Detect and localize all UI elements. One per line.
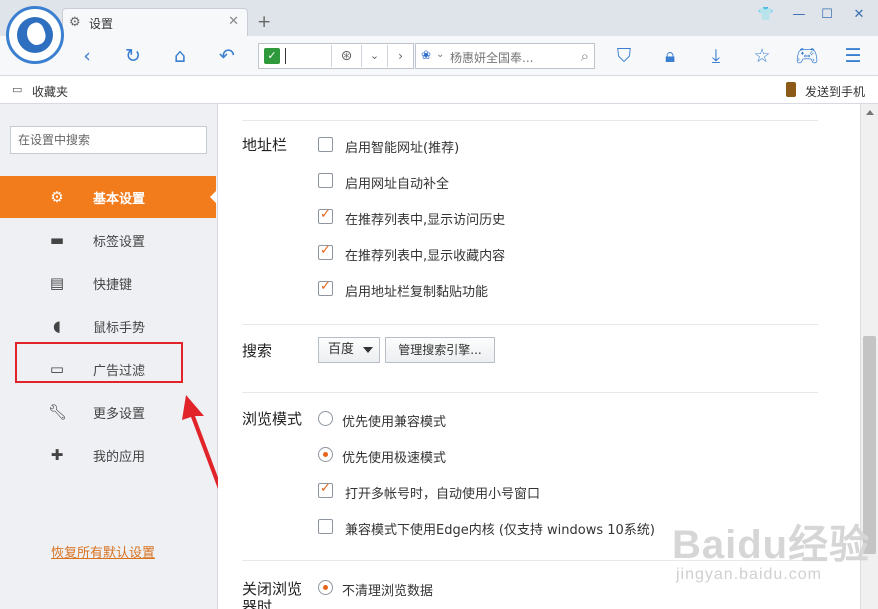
- section-search: 搜索: [242, 342, 273, 360]
- baidu-paw-icon: ❀: [421, 48, 432, 62]
- sidebar-item-shortcuts[interactable]: ▤ 快捷键: [0, 262, 218, 304]
- sidebar-item-label: 鼠标手势: [93, 321, 146, 336]
- checkbox[interactable]: [318, 279, 333, 296]
- search-icon[interactable]: ⌕: [581, 47, 589, 65]
- menu-icon[interactable]: ☰: [840, 43, 866, 69]
- send-to-phone-button[interactable]: 发送到手机: [805, 83, 865, 100]
- sidebar-item-tabs[interactable]: ▬ 标签设置: [0, 219, 218, 261]
- checkbox[interactable]: [318, 243, 333, 260]
- laptop-icon: ▬: [49, 231, 65, 249]
- sidebar-item-basic[interactable]: ⚙ 基本设置: [0, 176, 217, 218]
- title-bar: ⚙ 设置 ✕ + 👕 — ☐ ✕: [0, 0, 878, 36]
- radio[interactable]: [318, 580, 333, 595]
- tab-settings[interactable]: ⚙ 设置 ✕: [62, 8, 248, 36]
- gamepad-icon[interactable]: 🎮︎: [794, 43, 820, 69]
- star-icon[interactable]: ☆: [749, 43, 775, 69]
- section-close-browser: 关闭浏览器时: [242, 580, 303, 609]
- checkbox[interactable]: [318, 207, 333, 224]
- chevron-right-icon[interactable]: ›: [387, 45, 413, 67]
- sidebar-item-label: 我的应用: [93, 450, 146, 465]
- back-icon[interactable]: ‹: [74, 43, 100, 69]
- search-input[interactable]: ❀ ⌄ 杨惠妍全国奉... ⌕: [415, 43, 595, 69]
- checkbox[interactable]: [318, 481, 333, 498]
- browser-logo[interactable]: [6, 6, 64, 64]
- refresh-icon[interactable]: ↻: [120, 43, 146, 69]
- manage-search-engines-button[interactable]: 管理搜索引擎...: [385, 337, 495, 363]
- download-icon[interactable]: ⤓: [703, 43, 729, 69]
- home-icon[interactable]: ⌂: [167, 43, 193, 69]
- phone-icon: [786, 82, 796, 97]
- highlight-box: [15, 342, 183, 383]
- render-mode-icon[interactable]: ⊛: [331, 45, 361, 67]
- sidebar-item-label: 基本设置: [93, 192, 146, 207]
- checkbox[interactable]: [318, 137, 333, 152]
- wrench-icon: 🔧︎: [48, 403, 68, 421]
- sidebar-item-label: 标签设置: [93, 235, 146, 250]
- restore-defaults-link[interactable]: 恢复所有默认设置: [51, 542, 155, 561]
- dropdown-arrow-icon: [363, 347, 373, 353]
- minimize-icon[interactable]: —: [786, 4, 812, 26]
- address-input[interactable]: ✓ ⊛ ⌄ ›: [258, 43, 414, 69]
- search-text: 杨惠妍全国奉...: [450, 51, 534, 65]
- radio[interactable]: [318, 411, 333, 426]
- sidebar-item-label: 快捷键: [93, 278, 133, 293]
- settings-search-input[interactable]: [10, 126, 207, 154]
- watermark-logo: Baidu经验: [672, 523, 871, 567]
- sidebar-item-label: 更多设置: [93, 407, 146, 422]
- gear-icon: ⚙: [50, 188, 64, 206]
- puzzle-icon: ✚: [50, 446, 64, 464]
- checkbox[interactable]: [318, 173, 333, 188]
- new-tab-button[interactable]: +: [257, 13, 271, 31]
- shield-icon[interactable]: ⛉: [611, 43, 637, 69]
- tab-close-icon[interactable]: ✕: [228, 14, 239, 29]
- lock-icon[interactable]: 🔒︎: [657, 43, 683, 69]
- mouse-icon: ◖: [53, 317, 61, 335]
- folder-icon: ▭: [12, 83, 23, 96]
- search-engine-select[interactable]: 百度: [318, 337, 380, 363]
- watermark-url: jingyan.baidu.com: [676, 566, 822, 583]
- checkbox[interactable]: [318, 519, 333, 534]
- close-window-icon[interactable]: ✕: [846, 4, 872, 26]
- radio[interactable]: [318, 447, 333, 462]
- chevron-down-icon[interactable]: ⌄: [361, 45, 387, 67]
- section-address-bar: 地址栏: [242, 136, 288, 154]
- secure-check-icon: ✓: [264, 48, 280, 64]
- undo-icon[interactable]: ↶: [214, 43, 240, 69]
- toolbar: ‹ ↻ ⌂ ↶ ✓ ⊛ ⌄ › ❀ ⌄ 杨惠妍全国奉... ⌕ ⛉ 🔒︎ ⤓ ☆…: [0, 36, 878, 76]
- keyboard-icon: ▤: [49, 274, 65, 292]
- gear-icon: ⚙: [69, 15, 81, 30]
- engine-dropdown-icon[interactable]: ⌄: [436, 49, 444, 60]
- bookmarks-bar: ▭ 收藏夹 发送到手机: [0, 76, 878, 104]
- sidebar-item-mouse-gestures[interactable]: ◖ 鼠标手势: [0, 305, 218, 347]
- tab-title: 设置: [89, 17, 114, 31]
- bookmarks-folder[interactable]: 收藏夹: [32, 83, 68, 100]
- skin-icon[interactable]: 👕: [753, 4, 779, 26]
- maximize-icon[interactable]: ☐: [814, 4, 840, 26]
- scroll-up-icon[interactable]: [866, 110, 874, 115]
- section-browse-mode: 浏览模式: [242, 410, 303, 428]
